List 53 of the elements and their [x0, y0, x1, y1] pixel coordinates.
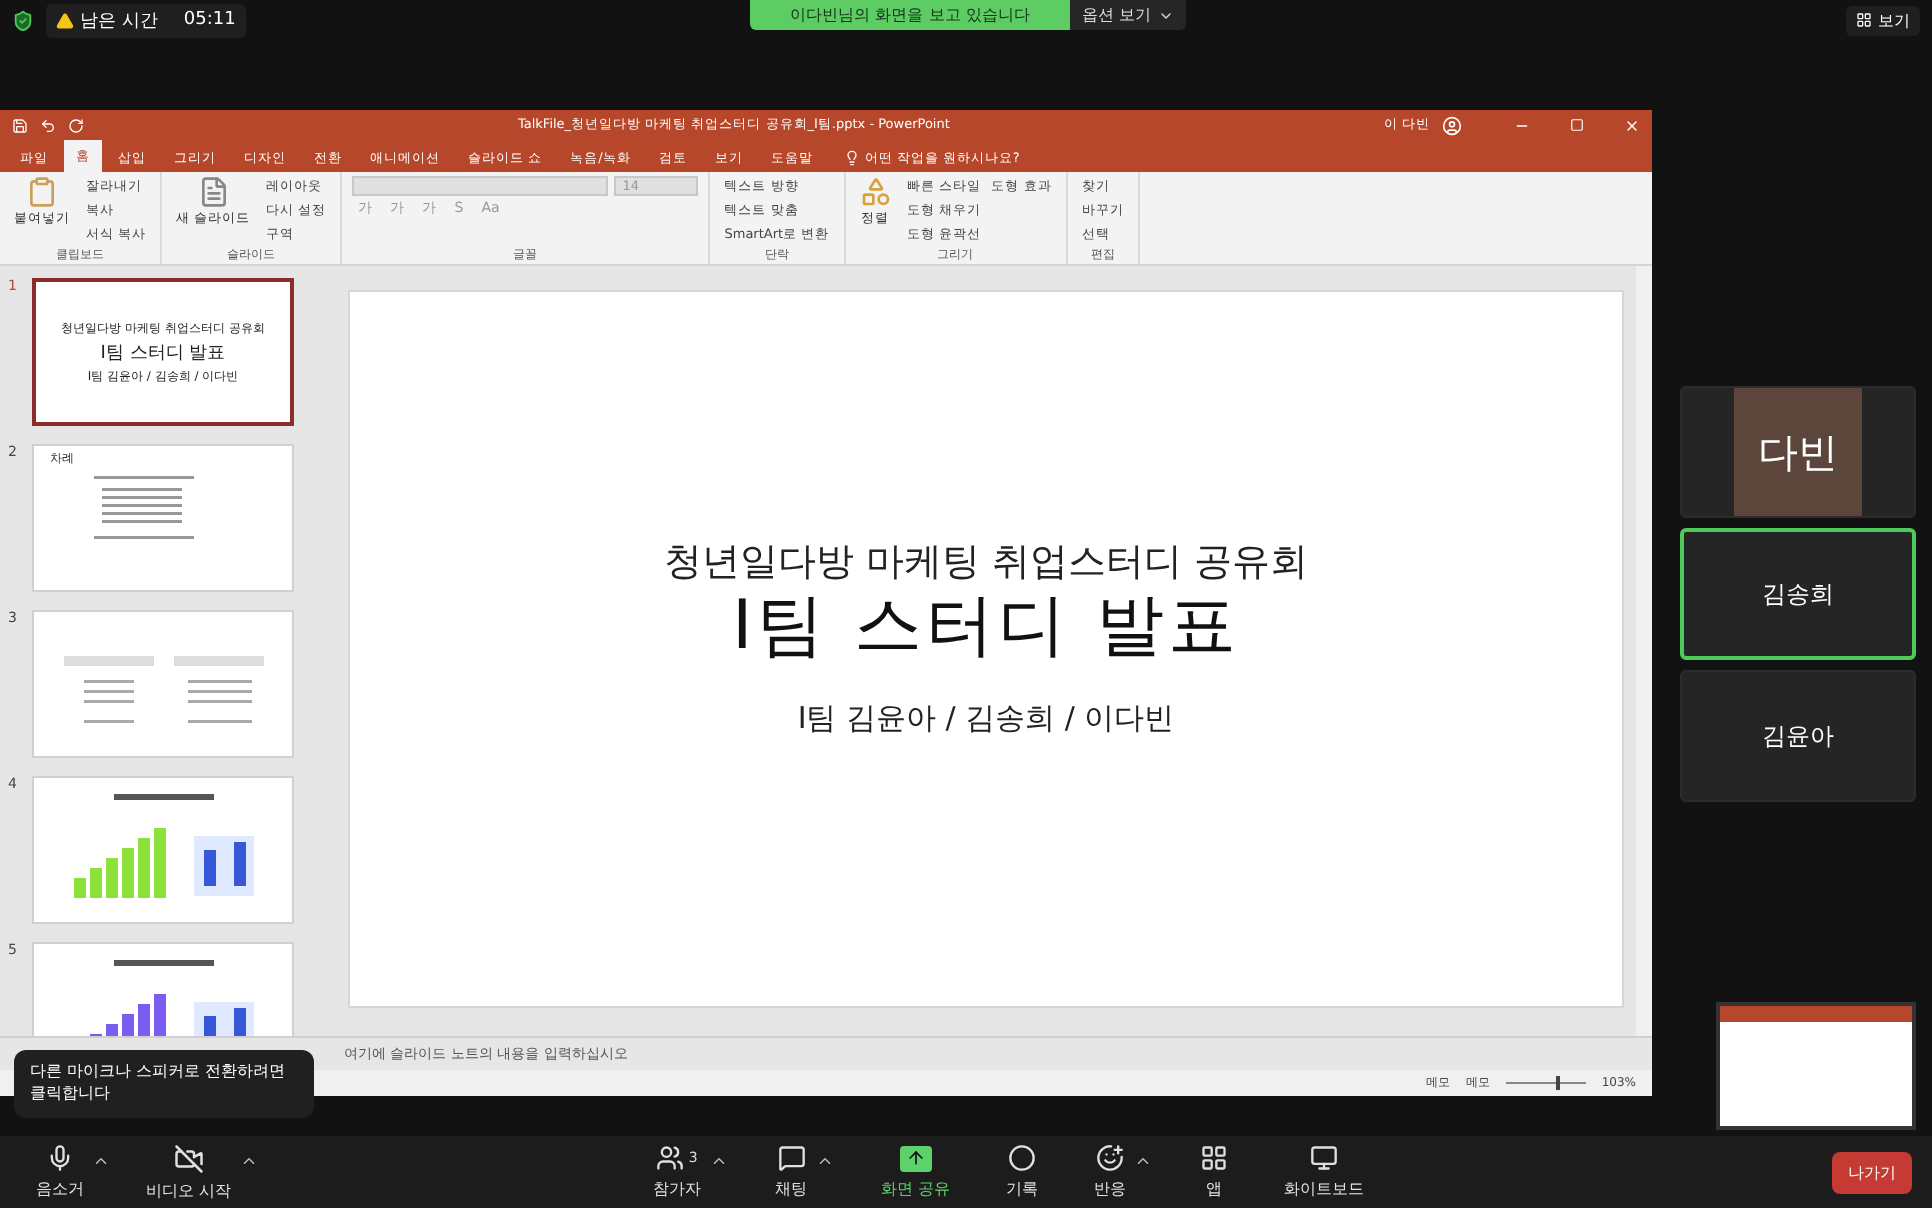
sharing-banner: 이다빈님의 화면을 보고 있습니다 [750, 0, 1070, 30]
participant-avatar: 다빈 [1734, 388, 1862, 516]
leave-button[interactable]: 나가기 [1832, 1151, 1912, 1193]
thumbnail-text: I팀 스터디 발표 [100, 341, 226, 365]
clipboard-icon [26, 176, 58, 208]
shapes-icon [859, 176, 892, 208]
participant-name: 김윤아 [1762, 719, 1834, 753]
grid-icon [1856, 12, 1872, 28]
font-name-field[interactable] [352, 176, 609, 196]
participant-name: 김송희 [1762, 577, 1834, 611]
view-options-button[interactable]: 옵션 보기 [1070, 0, 1186, 30]
participants-icon [656, 1144, 685, 1172]
toolbar-button[interactable]: 화면 공유 [873, 1145, 959, 1199]
undo-icon[interactable] [40, 117, 56, 133]
toolbar-button[interactable]: 반응 [1086, 1144, 1135, 1200]
slide-thumbnail[interactable] [32, 610, 294, 758]
monitor-icon [1310, 1144, 1339, 1172]
time-label: 남은 시간 [80, 9, 158, 33]
scrollbar[interactable] [1636, 266, 1652, 1036]
user-avatar-icon [1441, 115, 1462, 135]
video-off-icon [173, 1143, 204, 1173]
warning-icon [56, 11, 74, 29]
toolbar-button[interactable]: 채팅 [767, 1144, 816, 1200]
time-value: 05:11 [183, 10, 236, 30]
participant-tile[interactable]: 다빈 [1680, 386, 1916, 518]
slide-thumbnail[interactable] [32, 776, 294, 924]
view-button[interactable]: 보기 [1846, 5, 1920, 35]
toolbar-button[interactable]: 앱 [1192, 1144, 1237, 1200]
apps-icon [1200, 1144, 1229, 1172]
tooltip: 다른 마이크나 스피커로 전환하려면 클릭합니다 [14, 1050, 314, 1118]
slide-subtitle: 청년일다방 마케팅 취업스터디 공유회 [663, 538, 1309, 588]
participant-tile[interactable]: 김송희 [1680, 528, 1916, 660]
chat-icon [777, 1144, 806, 1172]
smile-icon [1096, 1144, 1125, 1172]
lightbulb-icon [844, 150, 861, 166]
slide-title: I팀 스터디 발표 [732, 584, 1240, 670]
slide-icon [197, 176, 230, 208]
toolbar-button[interactable]: 기록 [998, 1144, 1047, 1200]
slide-members: I팀 김윤아 / 김송희 / 이다빈 [797, 700, 1175, 738]
save-icon[interactable] [12, 117, 28, 133]
toolbar-button[interactable]: 화이트보드 [1276, 1144, 1373, 1200]
microphone-icon [46, 1144, 74, 1172]
toolbar-button[interactable]: 음소거 [28, 1144, 92, 1200]
toolbar-button[interactable]: 비디오 시작 [138, 1143, 240, 1201]
zoom-slider-thumb[interactable] [1555, 1076, 1560, 1090]
share-screen-icon [899, 1145, 932, 1171]
maximize-icon[interactable] [1569, 118, 1584, 132]
shared-screen-preview[interactable] [1716, 1002, 1916, 1130]
record-icon [1008, 1144, 1037, 1172]
redo-icon[interactable] [68, 117, 84, 133]
shield-icon [12, 9, 34, 31]
participant-tile[interactable]: 김윤아 [1680, 670, 1916, 802]
close-icon[interactable] [1623, 117, 1640, 133]
